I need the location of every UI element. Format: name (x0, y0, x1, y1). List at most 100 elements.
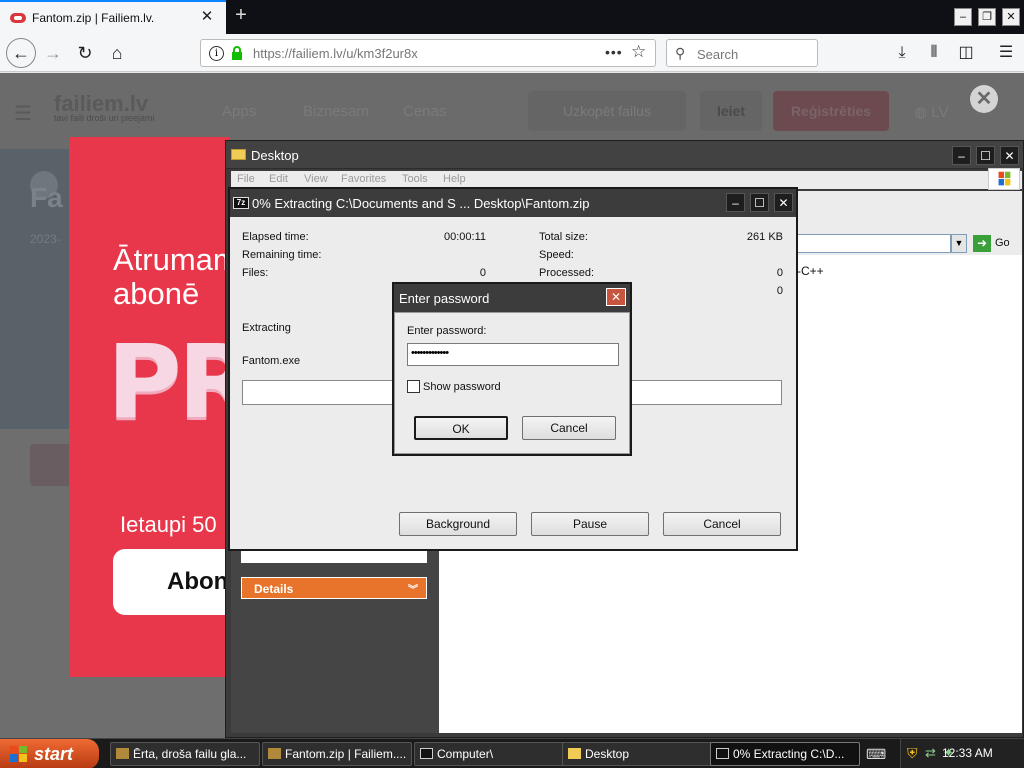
current-file-name: Fantom.exe (242, 355, 301, 367)
files-label: Files: (242, 267, 269, 279)
show-password-checkbox[interactable] (407, 380, 420, 393)
download-icon[interactable]: ⤓ (890, 42, 914, 64)
sidebar-icon[interactable]: ◫ (954, 42, 978, 64)
tab-close-icon[interactable]: ✕ (198, 8, 216, 26)
network-icon[interactable]: ⇄ (925, 745, 936, 761)
browser-tab[interactable]: Fantom.zip | Failiem.lv. ✕ (0, 0, 226, 34)
show-password-label[interactable]: Show password (423, 381, 501, 393)
start-button[interactable]: start (0, 739, 99, 768)
extract-cancel-button[interactable]: Cancel (663, 512, 781, 536)
hamburger-icon[interactable]: ☰ (14, 101, 32, 126)
tab-title: Fantom.zip | Failiem.lv. (32, 11, 155, 25)
7zip-icon: 7z (233, 197, 249, 209)
taskbar: start Ērta, droša failu gla... Fantom.zi… (0, 738, 1024, 768)
window-minimize-button[interactable]: – (954, 8, 972, 26)
tasks-pane-panel (241, 551, 427, 563)
url-text[interactable]: https://failiem.lv/u/km3f2ur8x (253, 46, 418, 61)
remaining-time-label: Remaining time: (242, 249, 322, 261)
go-arrow-icon[interactable]: ➜ (973, 235, 991, 252)
taskbar-item-label: Computer\ (437, 747, 494, 761)
ratio-value: 0 (776, 285, 783, 297)
extract-close-button[interactable]: ✕ (774, 193, 793, 212)
explorer-maximize-button[interactable]: ☐ (976, 146, 995, 165)
search-bar[interactable]: ⚲ Search (666, 39, 818, 67)
register-button[interactable]: Reģistrēties (773, 91, 889, 131)
language-selector[interactable]: ◍ LV (914, 103, 949, 121)
taskbar-item-browser-1[interactable]: Ērta, droša failu gla... (110, 742, 260, 766)
keyboard-icon[interactable]: ⌨ (866, 746, 886, 763)
bookmark-star-icon[interactable]: ☆ (631, 42, 646, 62)
promo-button-label: Abon (167, 568, 229, 595)
taskbar-item-label: 0% Extracting C:\D... (733, 747, 845, 761)
browser-navbar: ← → ↻ ⌂ i https://failiem.lv/u/km3f2ur8x… (0, 34, 1024, 72)
background-button[interactable]: Background (399, 512, 517, 536)
language-label: LV (931, 104, 949, 121)
extract-maximize-button[interactable]: ☐ (750, 193, 769, 212)
promo-headline: Ātrumam abonē (113, 243, 229, 311)
extract-titlebar[interactable]: 7z 0% Extracting C:\Documents and S ... … (230, 189, 796, 217)
file-list-item[interactable]: -C++ (797, 264, 824, 278)
chevron-down-icon[interactable]: ▼ (951, 234, 967, 253)
upload-button[interactable]: Uzkopēt failus (528, 91, 686, 131)
security-shield-icon[interactable]: ⛨ (907, 745, 918, 762)
page-actions-icon[interactable]: ••• (605, 44, 623, 60)
explorer-minimize-button[interactable]: – (952, 146, 971, 165)
menu-tools[interactable]: Tools (402, 173, 428, 185)
file-title: Fa (30, 182, 63, 213)
password-titlebar[interactable]: Enter password ✕ (394, 284, 630, 312)
speed-label: Speed: (539, 249, 574, 261)
taskbar-item-computer[interactable]: Computer\ (414, 742, 564, 766)
explorer-titlebar[interactable]: Desktop – ☐ ✕ (226, 141, 1023, 169)
password-dialog-title: Enter password (399, 291, 490, 306)
search-placeholder: Search (697, 47, 739, 62)
window-close-button[interactable]: ✕ (1002, 8, 1020, 26)
forward-arrow-icon[interactable]: → (40, 40, 66, 66)
url-bar[interactable]: i https://failiem.lv/u/km3f2ur8x ••• ☆ (200, 39, 656, 67)
nav-biznesam[interactable]: Biznesam (303, 103, 369, 120)
processed-label: Processed: (539, 267, 595, 279)
menu-icon[interactable]: ☰ (994, 42, 1018, 64)
site-logo[interactable]: failiem.lv tavi faili droši un pieejami (54, 91, 155, 123)
7zip-icon (716, 748, 729, 759)
overlay-close-icon[interactable]: ✕ (970, 85, 998, 113)
taskbar-item-browser-2[interactable]: Fantom.zip | Failiem.... (262, 742, 412, 766)
password-prompt: Enter password: (407, 325, 487, 337)
menu-edit[interactable]: Edit (269, 173, 288, 185)
taskbar-item-extracting[interactable]: 0% Extracting C:\D... (710, 742, 860, 766)
taskbar-item-desktop[interactable]: Desktop (562, 742, 712, 766)
password-dialog: Enter password ✕ Enter password: •••••••… (392, 282, 632, 456)
menu-favorites[interactable]: Favorites (341, 173, 386, 185)
details-panel-header[interactable]: Details ︾ (241, 577, 427, 599)
explorer-close-button[interactable]: ✕ (1000, 146, 1019, 165)
window-restore-button[interactable]: ❐ (978, 8, 996, 26)
pause-button[interactable]: Pause (531, 512, 649, 536)
nav-apps[interactable]: Apps (222, 103, 256, 120)
home-icon[interactable]: ⌂ (104, 40, 130, 66)
folder-icon (568, 748, 581, 759)
ok-button[interactable]: OK (414, 416, 508, 440)
info-icon[interactable]: i (209, 46, 224, 61)
new-tab-button[interactable]: + (230, 5, 252, 27)
go-label[interactable]: Go (995, 237, 1010, 249)
menu-view[interactable]: View (304, 173, 328, 185)
processed-value: 0 (776, 267, 783, 279)
extract-minimize-button[interactable]: – (726, 193, 745, 212)
site-logo-tagline: tavi faili droši un pieejami (54, 113, 155, 123)
menu-file[interactable]: File (237, 173, 255, 185)
promo-savings: Ietaupi 50 (120, 512, 217, 537)
start-label: start (34, 744, 74, 764)
file-date: 2023- (30, 232, 61, 246)
details-label: Details (254, 582, 294, 596)
password-input[interactable]: ••••••••••••• (407, 343, 619, 366)
password-close-button[interactable]: ✕ (606, 288, 626, 306)
elapsed-time-label: Elapsed time: (242, 231, 309, 243)
reload-icon[interactable]: ↻ (72, 40, 98, 66)
back-arrow-icon[interactable]: ← (6, 38, 36, 68)
password-cancel-button[interactable]: Cancel (522, 416, 616, 440)
login-button[interactable]: Ieiet (700, 91, 762, 131)
chevron-down-icon: ︾ (408, 585, 418, 596)
library-icon[interactable]: ⫴ (922, 42, 946, 64)
nav-cenas[interactable]: Cenas (403, 103, 446, 120)
menu-help[interactable]: Help (443, 173, 466, 185)
promo-subscribe-button[interactable]: Abon (113, 549, 229, 615)
